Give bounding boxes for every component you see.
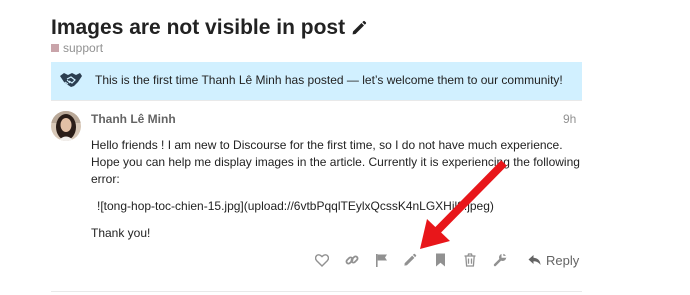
flag-icon[interactable] (371, 250, 391, 270)
pencil-icon[interactable] (400, 250, 420, 270)
post-username[interactable]: Thanh Lê Minh (91, 112, 176, 126)
post-time[interactable]: 9h (563, 112, 576, 126)
divider (51, 100, 582, 101)
pencil-icon[interactable] (351, 20, 367, 36)
post-paragraph: Hello friends ! I am new to Discourse fo… (91, 138, 580, 186)
category-badge[interactable]: support (51, 41, 103, 55)
reply-icon (528, 255, 541, 265)
first-post-welcome-banner: This is the first time Thanh Lê Minh has… (51, 62, 582, 100)
welcome-banner-text: This is the first time Thanh Lê Minh has… (95, 73, 563, 87)
heart-icon[interactable] (312, 250, 332, 270)
topic-title-row: Images are not visible in post (51, 14, 367, 42)
reply-button[interactable]: Reply (528, 250, 579, 270)
divider (51, 291, 582, 292)
wrench-icon[interactable] (490, 250, 510, 270)
category-color-swatch (51, 44, 59, 52)
avatar[interactable] (51, 111, 81, 141)
topic-title[interactable]: Images are not visible in post (51, 14, 345, 42)
bookmark-icon[interactable] (430, 250, 450, 270)
trash-icon[interactable] (460, 250, 480, 270)
link-icon[interactable] (342, 250, 362, 270)
handshake-icon (59, 70, 83, 90)
post-paragraph: Thank you! (91, 226, 151, 240)
post-body: Hello friends ! I am new to Discourse fo… (91, 137, 581, 242)
category-label[interactable]: support (63, 41, 103, 55)
reply-button-label: Reply (546, 252, 580, 268)
post-paragraph-image-markup: ![tong-hop-toc-chien-15.jpg](upload://6v… (97, 199, 494, 213)
